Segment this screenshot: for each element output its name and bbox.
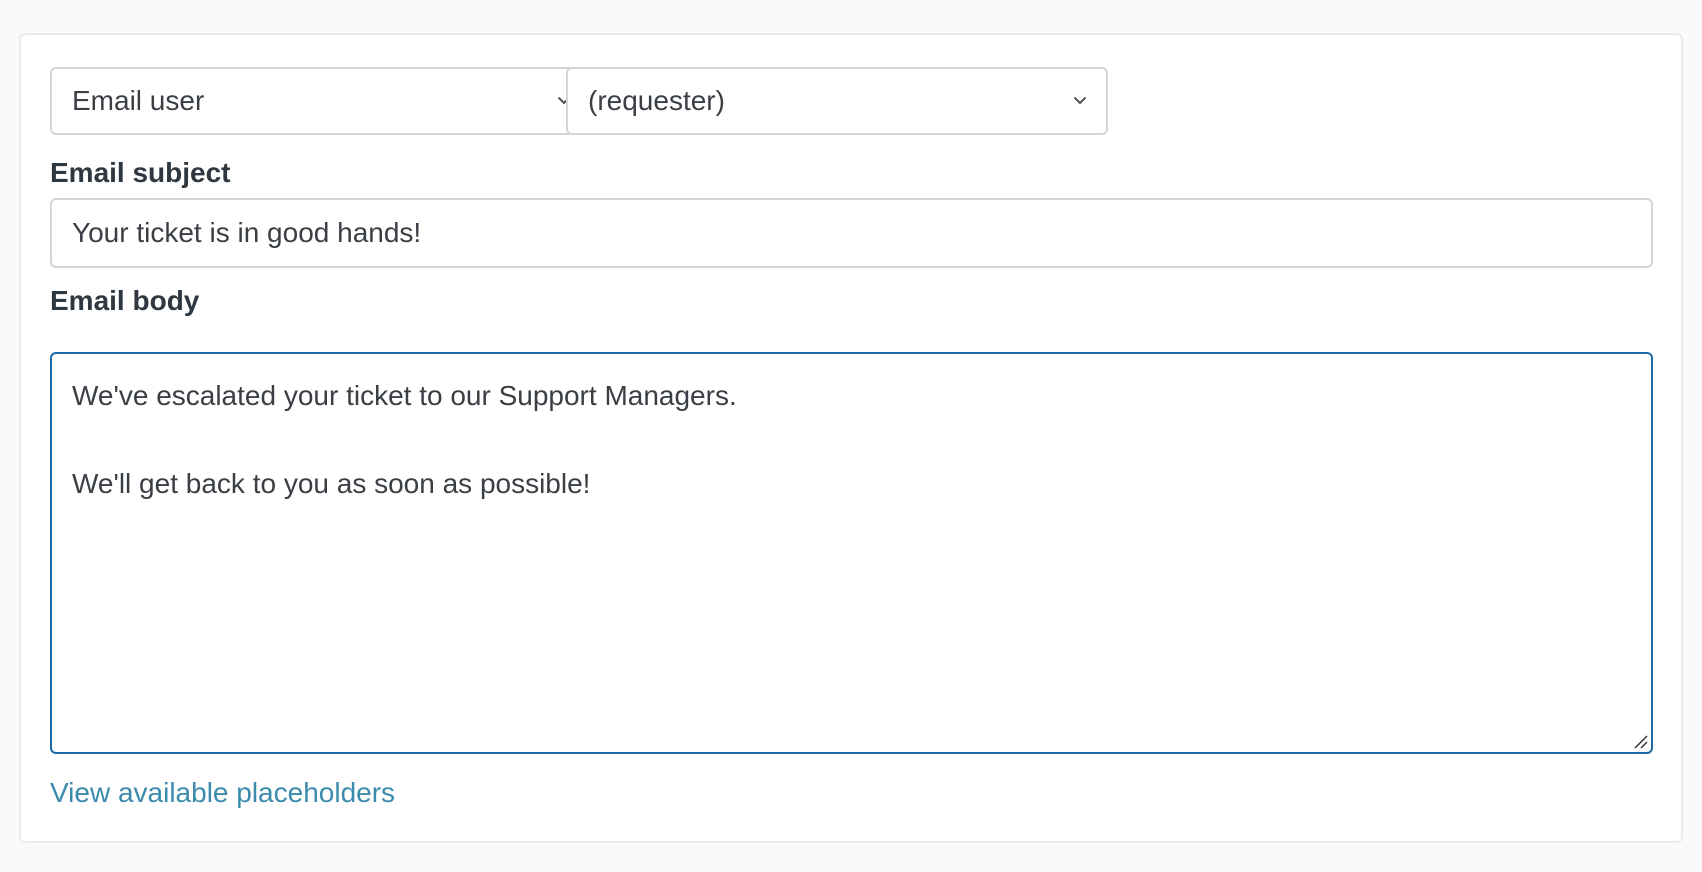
recipient-select[interactable]: (requester)	[566, 67, 1108, 135]
action-type-value: Email user	[72, 85, 205, 116]
view-placeholders-link[interactable]: View available placeholders	[50, 777, 395, 809]
resize-handle-icon[interactable]	[1631, 732, 1649, 750]
email-body-line: We've escalated your ticket to our Suppo…	[72, 380, 737, 411]
email-subject-input[interactable]: Your ticket is in good hands!	[50, 198, 1653, 268]
recipient-value: (requester)	[588, 85, 725, 116]
action-type-select[interactable]: Email user	[50, 67, 592, 135]
chevron-down-icon	[1074, 97, 1086, 104]
email-body-line: We'll get back to you as soon as possibl…	[72, 468, 591, 499]
email-body-line	[72, 418, 1631, 462]
email-action-panel: Email user (requester) Email subject You…	[19, 33, 1683, 843]
email-subject-value: Your ticket is in good hands!	[72, 217, 422, 248]
email-body-label: Email body	[50, 285, 200, 316]
email-subject-label: Email subject	[50, 157, 231, 188]
email-body-textarea[interactable]: We've escalated your ticket to our Suppo…	[50, 352, 1653, 754]
